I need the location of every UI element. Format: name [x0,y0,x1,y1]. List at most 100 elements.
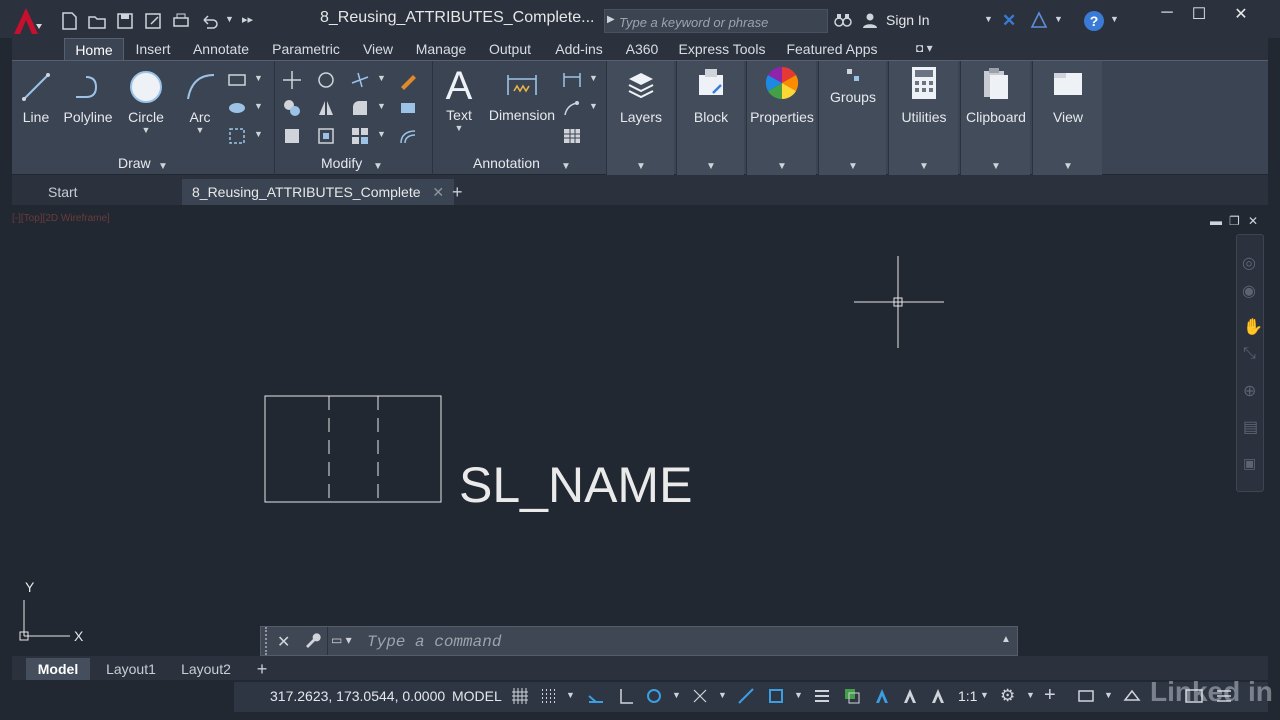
object-snap-dropdown-icon[interactable]: ▼ [794,690,803,700]
search-input[interactable] [619,13,819,31]
annotation-panel-expand-icon[interactable]: ▼ [561,161,571,172]
isometric-drafting-icon[interactable] [690,686,710,706]
viewport-close-icon[interactable]: ✕ [1248,214,1258,228]
arc-dropdown-icon[interactable]: ▼ [180,125,220,135]
close-tab-icon[interactable]: ✕ [432,184,444,200]
copy-icon[interactable] [281,97,303,119]
tab-layout2[interactable]: Layout2 [174,658,238,680]
grid-icon[interactable] [510,686,530,706]
annotation-panel-title[interactable]: Annotation [473,155,540,171]
block-rectangle[interactable] [264,395,442,503]
stay-connected-dropdown-icon[interactable]: ▼ [1054,14,1063,24]
selection-cycling-icon[interactable] [842,686,862,706]
linear-dropdown-icon[interactable]: ▼ [589,73,598,83]
linear-dimension-icon[interactable] [561,69,583,91]
circle-dropdown-icon[interactable]: ▼ [124,125,168,135]
move-icon[interactable] [281,69,303,91]
sign-in-dropdown-icon[interactable]: ▼ [984,14,993,24]
minimize-window-icon[interactable]: ─ [1152,4,1182,26]
tab-manage[interactable]: Manage [412,38,470,60]
rectangle-icon[interactable] [226,69,248,91]
workspace-gear-icon[interactable]: ⚙ [1000,686,1015,706]
boundary-dropdown-icon[interactable]: ▼ [254,129,263,139]
tab-parametric[interactable]: Parametric [268,38,344,60]
tab-view[interactable]: View [358,38,398,60]
new-layout-icon[interactable]: + [252,658,272,680]
zoom-extents-icon[interactable]: ⤡ [1243,345,1256,363]
properties-expand-icon[interactable]: ▼ [777,161,787,172]
command-history-icon[interactable]: ▲ [1001,634,1011,645]
snap-dropdown-icon[interactable]: ▼ [566,690,575,700]
arc-tool[interactable]: Arc ▼ [180,69,220,135]
coordinate-readout[interactable]: 317.2623, 173.0544, 0.0000 [270,688,445,704]
fillet-dropdown-icon[interactable]: ▼ [377,101,386,111]
leader-icon[interactable] [561,97,583,119]
rotate-icon[interactable] [315,69,337,91]
plot-icon[interactable] [170,10,192,32]
block-panel[interactable]: Block ▼ [676,61,744,175]
properties-panel[interactable]: Properties ▼ [746,61,816,175]
application-menu-button[interactable] [8,4,48,38]
ribbon-display-toggle-icon[interactable]: ◘ ▾ [916,41,933,55]
tab-home[interactable]: Home [64,38,124,60]
tab-output[interactable]: Output [484,38,536,60]
navbar-settings-icon[interactable]: ▣ [1243,455,1256,472]
object-snap-tracking-icon[interactable] [736,686,756,706]
help-dropdown-icon[interactable]: ▼ [1110,14,1119,24]
circle-tool[interactable]: Circle ▼ [124,69,168,135]
scale-dropdown-icon[interactable]: ▼ [980,690,989,700]
view-expand-icon[interactable]: ▼ [1063,161,1073,172]
pan-icon[interactable]: ✋ [1243,317,1263,337]
tab-express-tools[interactable]: Express Tools [676,38,768,60]
search-box[interactable]: ▶ [604,9,828,33]
modify-panel-title[interactable]: Modify [321,155,362,171]
draw-panel-title[interactable]: Draw [118,155,151,171]
groups-expand-icon[interactable]: ▼ [848,161,858,172]
leader-dropdown-icon[interactable]: ▼ [589,101,598,111]
sign-in-link[interactable]: Sign In [886,12,930,28]
hardware-acceleration-icon[interactable] [1076,686,1096,706]
array-dropdown-icon[interactable]: ▼ [377,129,386,139]
clipboard-panel[interactable]: Clipboard ▼ [960,61,1030,175]
stretch-icon[interactable] [281,125,303,147]
draw-panel-expand-icon[interactable]: ▼ [158,161,168,172]
snap-mode-icon[interactable] [538,686,558,706]
tab-model[interactable]: Model [26,658,90,680]
workspace-dropdown-icon[interactable]: ▼ [1026,690,1035,700]
boundary-icon[interactable] [226,125,248,147]
infer-constraints-icon[interactable] [586,686,606,706]
help-icon[interactable]: ? [1084,11,1104,31]
tab-active-drawing[interactable]: 8_Reusing_ATTRIBUTES_Complete ✕ [182,179,455,205]
tab-add-ins[interactable]: Add-ins [550,38,608,60]
tab-annotate[interactable]: Annotate [188,38,254,60]
isometric-dropdown-icon[interactable]: ▼ [718,690,727,700]
new-tab-icon[interactable]: + [452,179,463,205]
add-icon[interactable]: + [1044,684,1056,707]
array-icon[interactable] [349,125,371,147]
polar-tracking-icon[interactable] [644,686,664,706]
steering-wheel-icon[interactable]: ◎ [1242,253,1256,273]
maximize-window-icon[interactable]: ☐ [1184,4,1214,26]
text-tool[interactable]: A Text ▼ [441,65,477,133]
close-window-icon[interactable]: ✕ [1226,4,1256,26]
polar-dropdown-icon[interactable]: ▼ [672,690,681,700]
binoculars-icon[interactable] [834,12,852,28]
tab-featured-apps[interactable]: Featured Apps [782,38,882,60]
command-line-grip[interactable] [265,627,269,655]
dimension-tool[interactable]: Dimension [487,67,557,123]
annotation-scale-value[interactable]: 1:1 [958,688,977,704]
utilities-expand-icon[interactable]: ▼ [919,161,929,172]
line-tool[interactable]: Line [18,69,54,125]
command-prompt-icon[interactable]: ▭ ▾ [331,633,352,647]
fillet-icon[interactable] [349,97,371,119]
save-icon[interactable] [114,10,136,32]
scale-icon[interactable] [315,125,337,147]
view-cube-icon[interactable]: ◉ [1242,281,1256,301]
tab-layout1[interactable]: Layout1 [100,658,162,680]
new-file-icon[interactable] [58,10,80,32]
undo-icon[interactable] [198,10,220,32]
tab-insert[interactable]: Insert [130,38,176,60]
save-as-icon[interactable] [142,10,164,32]
hardware-dropdown-icon[interactable]: ▼ [1104,690,1113,700]
isolate-objects-icon[interactable] [1122,686,1142,706]
